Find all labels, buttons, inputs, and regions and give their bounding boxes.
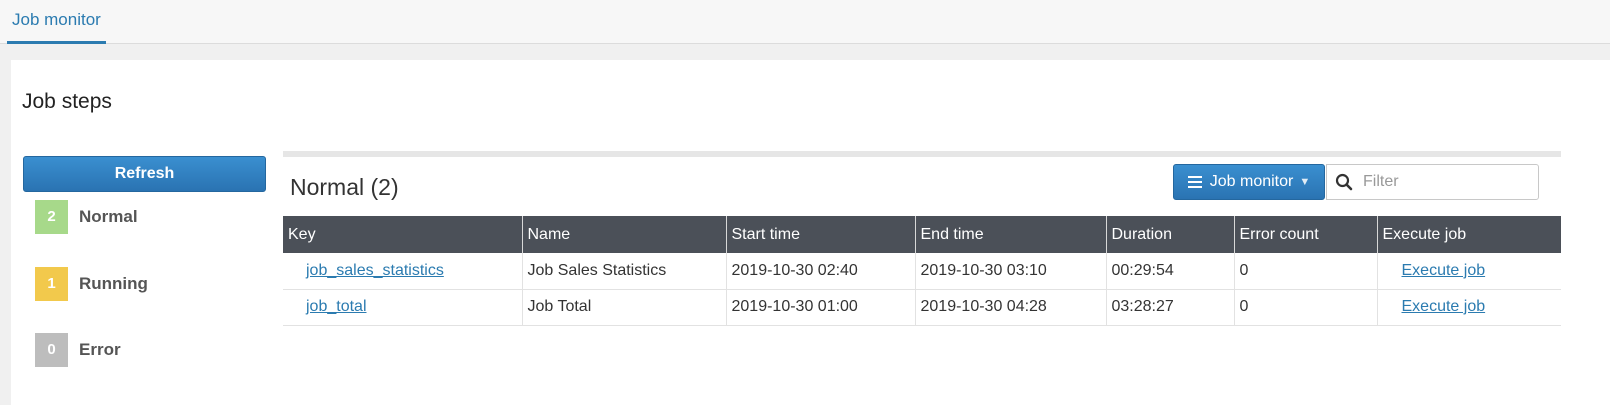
execute-job-link[interactable]: Execute job bbox=[1402, 298, 1486, 315]
cell-execute-job: Execute job bbox=[1377, 253, 1561, 290]
top-tab-bar: Job monitor bbox=[0, 0, 1610, 44]
filter-input[interactable] bbox=[1361, 172, 1531, 192]
search-icon bbox=[1327, 165, 1361, 199]
cell-end-time: 2019-10-30 04:28 bbox=[915, 289, 1107, 326]
cell-key: job_total bbox=[283, 289, 523, 326]
status-label: Normal bbox=[79, 207, 138, 226]
column-header-name[interactable]: Name bbox=[522, 216, 727, 253]
cell-execute-job: Execute job bbox=[1377, 289, 1561, 326]
refresh-button[interactable]: Refresh bbox=[23, 156, 266, 192]
section-heading: Normal (2) bbox=[290, 174, 399, 200]
cell-error-count: 0 bbox=[1234, 253, 1378, 290]
table-header-row: Key Name Start time End time Duration Er… bbox=[283, 216, 1561, 253]
cell-start-time: 2019-10-30 02:40 bbox=[726, 253, 916, 290]
view-menu-label: Job monitor bbox=[1209, 173, 1294, 190]
column-header-end-time[interactable]: End time bbox=[915, 216, 1107, 253]
column-header-duration[interactable]: Duration bbox=[1106, 216, 1235, 253]
status-label: Running bbox=[79, 274, 148, 293]
column-header-error-count[interactable]: Error count bbox=[1234, 216, 1378, 253]
column-header-key[interactable]: Key bbox=[283, 216, 523, 253]
status-normal[interactable]: 2 Normal bbox=[35, 200, 138, 234]
jobs-table: Key Name Start time End time Duration Er… bbox=[283, 216, 1561, 326]
view-menu-button[interactable]: Job monitor ▼ bbox=[1173, 164, 1325, 200]
job-key-link[interactable]: job_sales_statistics bbox=[306, 262, 444, 279]
chevron-down-icon: ▼ bbox=[1299, 176, 1311, 188]
cell-error-count: 0 bbox=[1234, 289, 1378, 326]
tab-job-monitor[interactable]: Job monitor bbox=[7, 0, 106, 44]
cell-key: job_sales_statistics bbox=[283, 253, 523, 290]
table-row: job_total Job Total 2019-10-30 01:00 201… bbox=[283, 289, 1561, 326]
execute-job-link[interactable]: Execute job bbox=[1402, 262, 1486, 279]
job-steps-panel: Job steps Refresh 2 Normal 1 Running 0 E… bbox=[11, 60, 1610, 405]
column-header-start-time[interactable]: Start time bbox=[726, 216, 916, 253]
table-row: job_sales_statistics Job Sales Statistic… bbox=[283, 253, 1561, 290]
column-header-execute-job[interactable]: Execute job bbox=[1377, 216, 1561, 253]
filter-field[interactable] bbox=[1326, 164, 1539, 200]
cell-duration: 00:29:54 bbox=[1106, 253, 1235, 290]
status-error[interactable]: 0 Error bbox=[35, 333, 121, 367]
cell-duration: 03:28:27 bbox=[1106, 289, 1235, 326]
divider bbox=[283, 151, 1561, 157]
status-label: Error bbox=[79, 340, 121, 359]
status-count-badge: 0 bbox=[35, 333, 68, 367]
panel-title: Job steps bbox=[22, 90, 112, 113]
job-list-section: Normal (2) Job monitor ▼ Filter Key Name… bbox=[283, 151, 1561, 391]
cell-end-time: 2019-10-30 03:10 bbox=[915, 253, 1107, 290]
status-count-badge: 2 bbox=[35, 200, 68, 234]
hamburger-icon bbox=[1187, 173, 1202, 191]
cell-name: Job Total bbox=[522, 289, 727, 326]
job-key-link[interactable]: job_total bbox=[306, 298, 367, 315]
status-running[interactable]: 1 Running bbox=[35, 267, 148, 301]
status-count-badge: 1 bbox=[35, 267, 68, 301]
cell-name: Job Sales Statistics bbox=[522, 253, 727, 290]
cell-start-time: 2019-10-30 01:00 bbox=[726, 289, 916, 326]
